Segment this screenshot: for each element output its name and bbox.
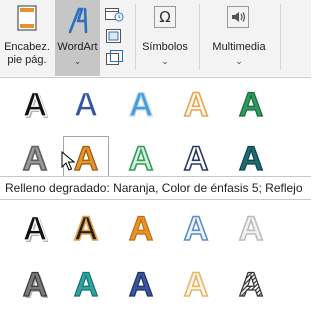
svg-text:A: A: [184, 210, 209, 248]
style-tooltip: Relleno degradado: Naranja, Color de énf…: [0, 176, 311, 200]
wordart-letter-icon: A: [183, 265, 209, 305]
wordart-letter-icon: AA: [22, 265, 49, 306]
wordart-letter-icon: A: [22, 139, 48, 179]
ribbon-separator: [280, 4, 281, 70]
header-footer-label: Encabez. pie pág.: [4, 41, 50, 66]
omega-icon: Ω: [154, 6, 176, 28]
wordart-letter-icon: A: [128, 139, 154, 179]
wordart-style-option[interactable]: A: [173, 82, 219, 128]
multimedia-label: Multimedia: [212, 41, 266, 53]
wordart-letter-icon: A: [128, 209, 154, 248]
svg-text:A: A: [184, 86, 209, 124]
wordart-letter-icon: A: [238, 209, 264, 249]
wordart-icon: [65, 5, 91, 38]
wordart-letter-icon: A: [183, 139, 209, 179]
svg-text:A: A: [129, 266, 154, 304]
ribbon-insert: Encabez. pie pág. WordArt ⌄ Ω Símbolos ⌄…: [0, 0, 311, 76]
wordart-letter-icon: A: [183, 209, 209, 249]
chevron-down-icon: ⌄: [235, 56, 243, 66]
chevron-down-icon: ⌄: [161, 56, 169, 66]
text-box-icon: [104, 50, 124, 70]
wordart-style-option[interactable]: A: [118, 82, 164, 128]
wordart-style-option[interactable]: A: [118, 206, 164, 252]
svg-text:A: A: [239, 210, 264, 248]
svg-text:A: A: [23, 140, 48, 178]
svg-text:A: A: [74, 210, 99, 248]
wordart-label: WordArt: [57, 41, 98, 53]
svg-text:A: A: [239, 266, 264, 304]
svg-text:A: A: [184, 140, 209, 178]
chevron-down-icon: ⌄: [73, 56, 82, 66]
wordart-letter-icon: A: [238, 265, 264, 304]
object-button[interactable]: [104, 28, 124, 44]
wordart-letter-icon: A: [73, 265, 99, 304]
svg-text:A: A: [184, 266, 209, 304]
wordart-style-option[interactable]: A: [228, 82, 274, 128]
wordart-letter-icon: A: [128, 85, 154, 124]
wordart-letter-icon: A: [73, 209, 99, 249]
wordart-style-option[interactable]: A: [63, 82, 109, 128]
wordart-letter-icon: AA: [22, 209, 49, 250]
wordart-style-option[interactable]: A: [63, 262, 109, 308]
date-time-button[interactable]: [104, 6, 124, 22]
object-icon: [104, 29, 124, 48]
svg-text:A: A: [23, 266, 48, 304]
mouse-cursor-icon: [61, 150, 76, 176]
svg-text:A: A: [129, 210, 154, 248]
wordart-letter-icon: A: [238, 85, 264, 124]
wordart-letter-icon: A: [238, 139, 264, 178]
header-footer-icon: [16, 5, 38, 34]
wordart-style-option[interactable]: A: [118, 262, 164, 308]
svg-text:A: A: [129, 86, 154, 124]
symbols-button[interactable]: Ω Símbolos ⌄: [136, 0, 194, 76]
svg-text:A: A: [74, 140, 99, 178]
wordart-button[interactable]: WordArt ⌄: [55, 0, 100, 76]
wordart-letter-icon: A: [73, 85, 99, 124]
wordart-style-option[interactable]: A: [173, 206, 219, 252]
calendar-clock-icon: [104, 8, 124, 26]
svg-text:A: A: [74, 266, 99, 304]
svg-text:A: A: [23, 210, 48, 248]
wordart-style-option[interactable]: AA: [12, 82, 58, 128]
multimedia-button[interactable]: Multimedia ⌄: [203, 0, 275, 76]
svg-text:A: A: [23, 86, 48, 124]
wordart-letter-icon: A: [128, 265, 154, 304]
symbols-label: Símbolos: [142, 41, 188, 53]
ribbon-separator: [199, 4, 200, 70]
svg-text:A: A: [239, 140, 264, 178]
header-footer-button[interactable]: Encabez. pie pág.: [0, 0, 54, 76]
svg-text:A: A: [239, 86, 264, 124]
wordart-letter-icon: AA: [22, 85, 49, 126]
wordart-style-option[interactable]: A: [173, 262, 219, 308]
wordart-style-option[interactable]: AA: [12, 206, 58, 252]
svg-text:A: A: [129, 140, 154, 178]
svg-text:A: A: [74, 86, 99, 124]
wordart-style-option[interactable]: AA: [12, 262, 58, 308]
wordart-style-option[interactable]: A: [228, 262, 274, 308]
wordart-style-option[interactable]: A: [228, 206, 274, 252]
text-box-button[interactable]: [104, 50, 124, 66]
wordart-letter-icon: A: [183, 85, 209, 125]
wordart-style-option[interactable]: A: [63, 206, 109, 252]
speaker-icon: [227, 6, 249, 28]
